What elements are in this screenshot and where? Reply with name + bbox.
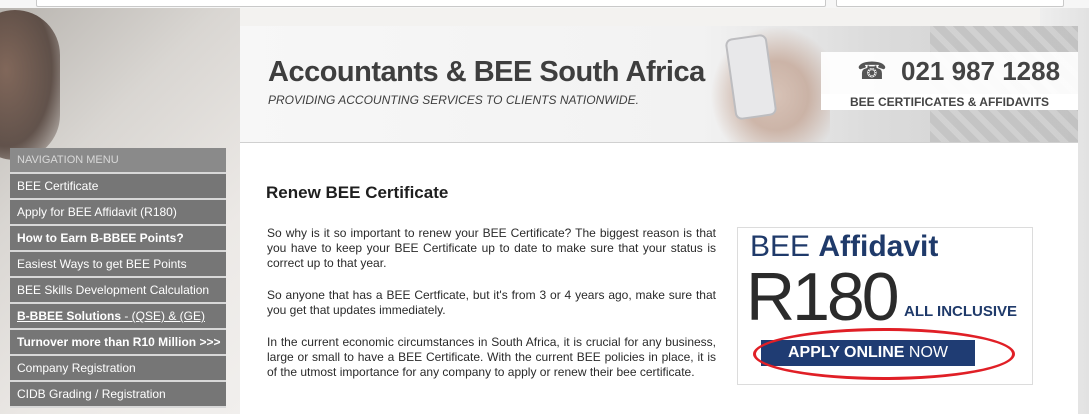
telephone-icon: ☎	[857, 58, 887, 85]
site-tagline: PROVIDING ACCOUNTING SERVICES TO CLIENTS…	[268, 93, 639, 107]
navigation-menu: NAVIGATION MENU BEE Certificate Apply fo…	[10, 148, 226, 408]
ad-inclusive-label: ALL INCLUSIVE	[904, 303, 1018, 320]
nav-item-bbbee-solutions[interactable]: B-BBEE Solutions - (QSE) & (GE)	[10, 304, 226, 330]
page-title: Renew BEE Certificate	[266, 183, 449, 202]
person-photo	[0, 10, 60, 160]
phone-subtitle: BEE CERTIFICATES & AFFIDAVITS	[821, 94, 1078, 110]
nav-item-easiest-ways[interactable]: Easiest Ways to get BEE Points	[10, 252, 226, 278]
ad-price: R180	[746, 259, 900, 335]
header-banner: Accountants & BEE South Africa PROVIDING…	[240, 26, 1078, 143]
nav-item-apply-affidavit[interactable]: Apply for BEE Affidavit (R180)	[10, 200, 226, 226]
site-title-rest: & BEE South Africa	[438, 56, 706, 88]
nav-item-company-registration[interactable]: Company Registration	[10, 356, 226, 382]
nav-item-earn-points[interactable]: How to Earn B-BBEE Points?	[10, 226, 226, 252]
apply-now-label: NOW	[904, 344, 949, 361]
top-input-left[interactable]	[36, 0, 826, 7]
nav-item-cidb-grading[interactable]: CIDB Grading / Registration	[10, 382, 226, 408]
site-title[interactable]: Accountants & BEE South Africa	[268, 56, 705, 89]
nav-item-bee-certificate[interactable]: BEE Certificate	[10, 174, 226, 200]
nav-item-bbbee-solutions-link[interactable]: B-BBEE Solutions	[17, 309, 121, 323]
paragraph: In the current economic circumstances in…	[267, 335, 716, 379]
phone-block: ☎ 021 987 1288 BEE CERTIFICATES & AFFIDA…	[821, 52, 1078, 110]
nav-header: NAVIGATION MENU	[10, 148, 226, 174]
nav-item-turnover[interactable]: Turnover more than R10 Million >>>	[10, 330, 226, 356]
affidavit-ad-banner[interactable]: BEE Affidavit R180 ALL INCLUSIVE APPLY O…	[737, 227, 1033, 385]
site-title-bold: Accountants	[268, 56, 439, 88]
paragraph: So why is it so important to renew your …	[267, 226, 716, 270]
apply-online-now-button[interactable]: APPLY ONLINE NOW	[753, 328, 1015, 380]
nav-item-skills-development[interactable]: BEE Skills Development Calculation	[10, 278, 226, 304]
nav-item-bbbee-solutions-suffix[interactable]: - (QSE) & (GE)	[121, 309, 205, 323]
top-bar	[0, 0, 1089, 8]
phone-number[interactable]: 021 987 1288	[901, 56, 1060, 87]
apply-online-label: APPLY ONLINE	[787, 344, 905, 361]
main-content: Renew BEE Certificate So why is it so im…	[240, 143, 1078, 414]
paragraph: So anyone that has a BEE Certficate, but…	[267, 288, 716, 317]
top-input-right[interactable]	[836, 0, 1064, 7]
